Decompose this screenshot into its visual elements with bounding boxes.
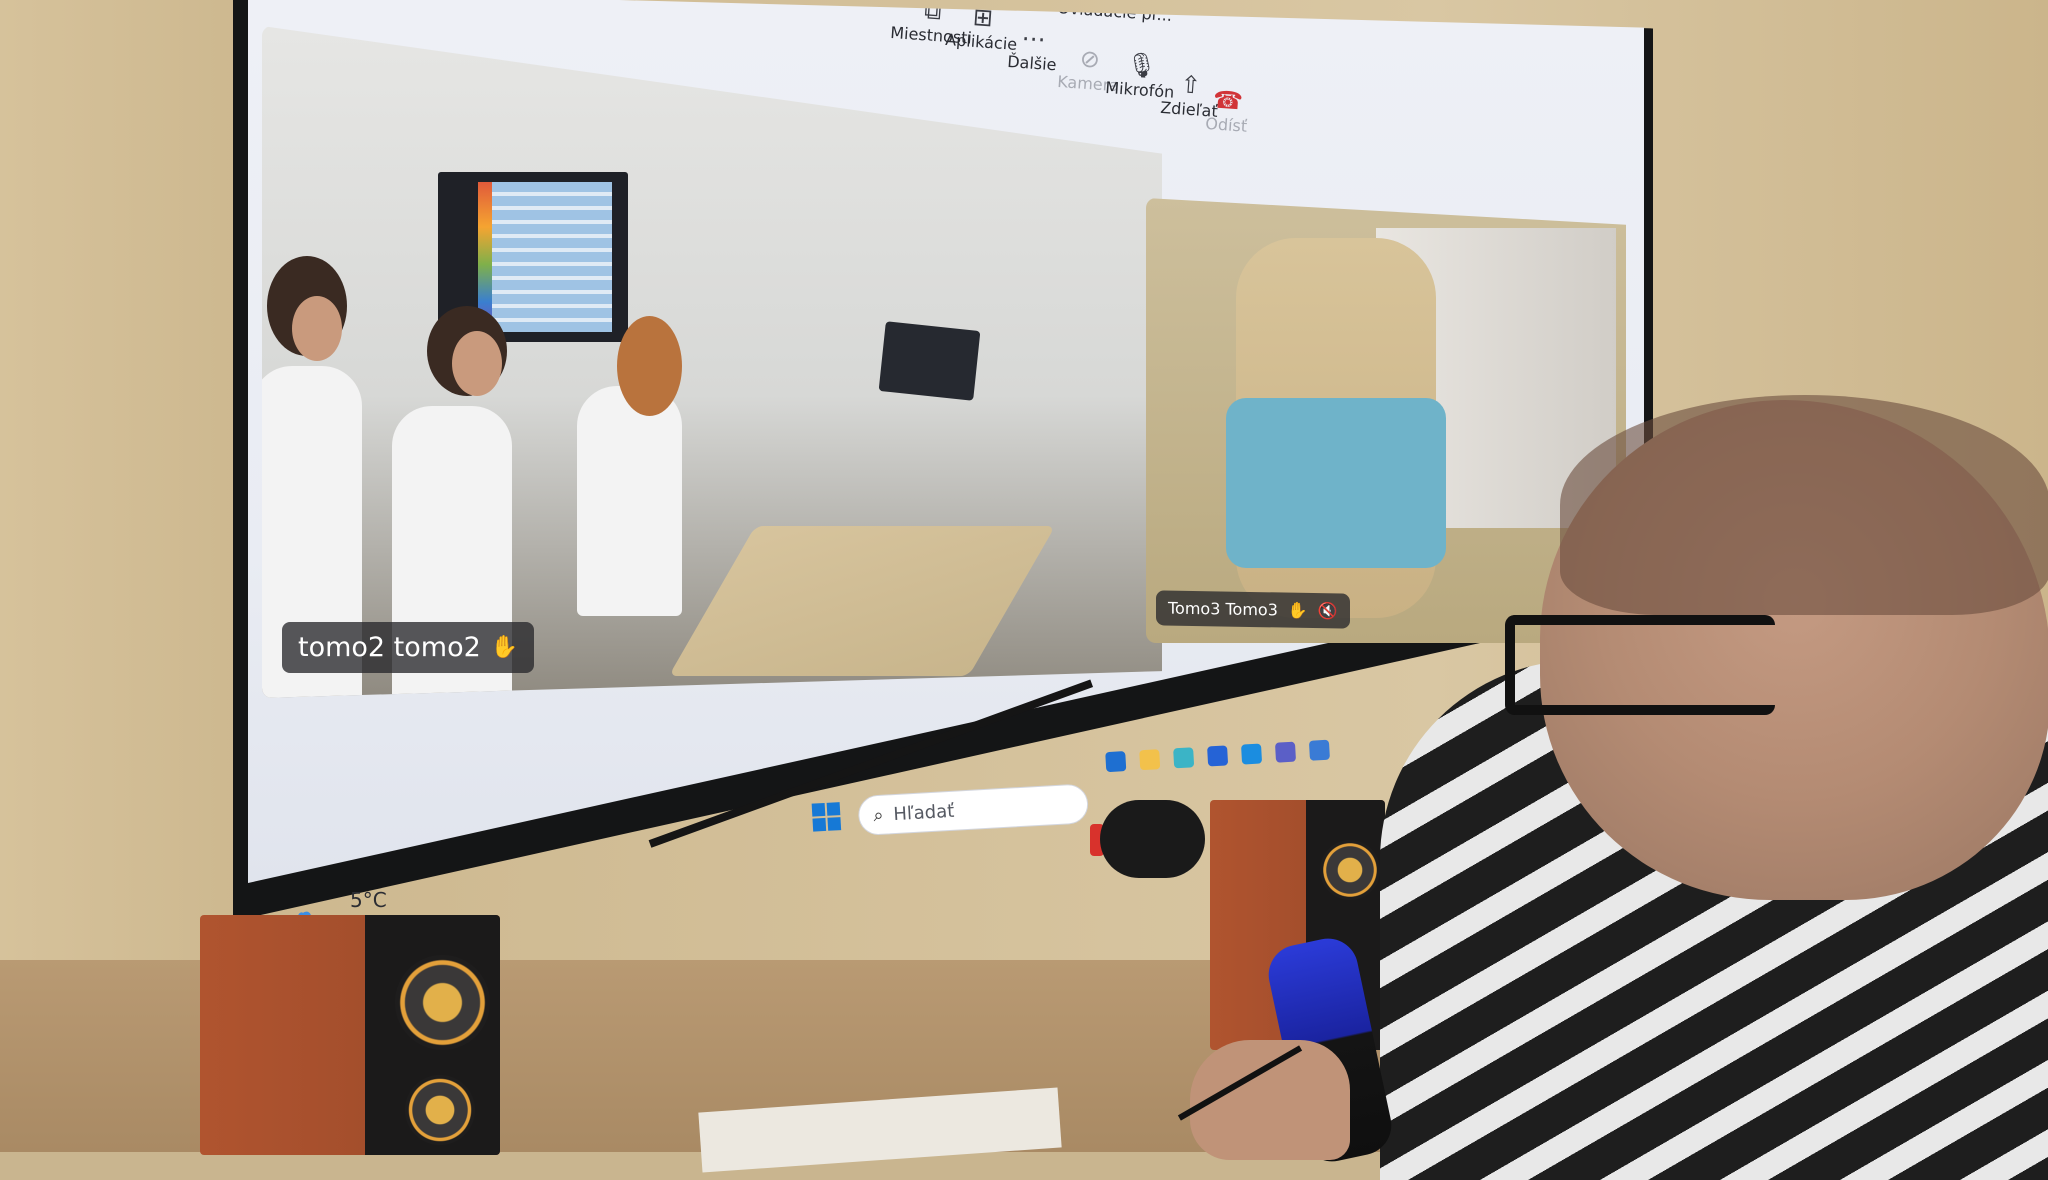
speaker-driver [395, 955, 490, 1050]
participant-name-tag: Tomo3 Tomo3 ✋ 🔇 [1156, 590, 1350, 629]
speaker-tweeter [405, 1075, 475, 1145]
viewer-glasses [1505, 615, 1775, 715]
participant-name: Tomo3 Tomo3 [1168, 598, 1278, 620]
student-2-face [452, 331, 502, 396]
toolbar-item-more[interactable]: ⋯ Ďalšie [1007, 24, 1059, 74]
taskbar-app-icons [1105, 739, 1330, 773]
raise-hand-icon: ✋ [1287, 600, 1308, 620]
hospital-bed [668, 526, 1056, 676]
hangup-icon: ☎ [1212, 85, 1244, 116]
gooseneck-mic-head [1100, 800, 1205, 878]
search-placeholder: Hľadať [892, 800, 955, 825]
left-speaker [200, 915, 500, 1155]
store-icon[interactable] [1207, 745, 1229, 767]
toolbar-label: Aplikácie [944, 29, 1018, 54]
viewer-hair [1560, 395, 2048, 615]
toolbar-label: Odísť [1204, 113, 1248, 136]
more-icon: ⋯ [1020, 23, 1047, 54]
blanket [1226, 398, 1446, 568]
windows-start-icon[interactable] [811, 802, 842, 832]
teams-icon[interactable] [1274, 741, 1297, 763]
vital-monitor [878, 321, 981, 401]
file-explorer-icon[interactable] [1139, 749, 1161, 771]
toolbar-label: Ďalšie [1006, 51, 1058, 75]
student-3-head [617, 316, 682, 416]
search-icon: ⌕ [872, 804, 885, 826]
weather-temperature: 5°C [350, 888, 387, 912]
speaker-driver [1320, 840, 1380, 900]
edge-icon[interactable] [1173, 747, 1195, 769]
monitor-list [492, 182, 612, 332]
toolbar-item-leave[interactable]: ☎ Odísť [1204, 85, 1250, 136]
participant-name-tag: tomo2 tomo2 ✋ [282, 622, 535, 673]
taskview-icon[interactable] [1105, 751, 1127, 773]
app-icon[interactable] [1308, 739, 1330, 761]
participant-name: tomo2 tomo2 [298, 632, 481, 663]
student-1-face [292, 296, 342, 361]
mic-muted-icon: 🔇 [1317, 601, 1338, 621]
taskbar-search-input[interactable]: ⌕ Hľadať [857, 783, 1090, 837]
outlook-icon[interactable] [1241, 743, 1263, 765]
student-3 [577, 386, 682, 616]
raise-hand-icon: ✋ [490, 635, 519, 660]
